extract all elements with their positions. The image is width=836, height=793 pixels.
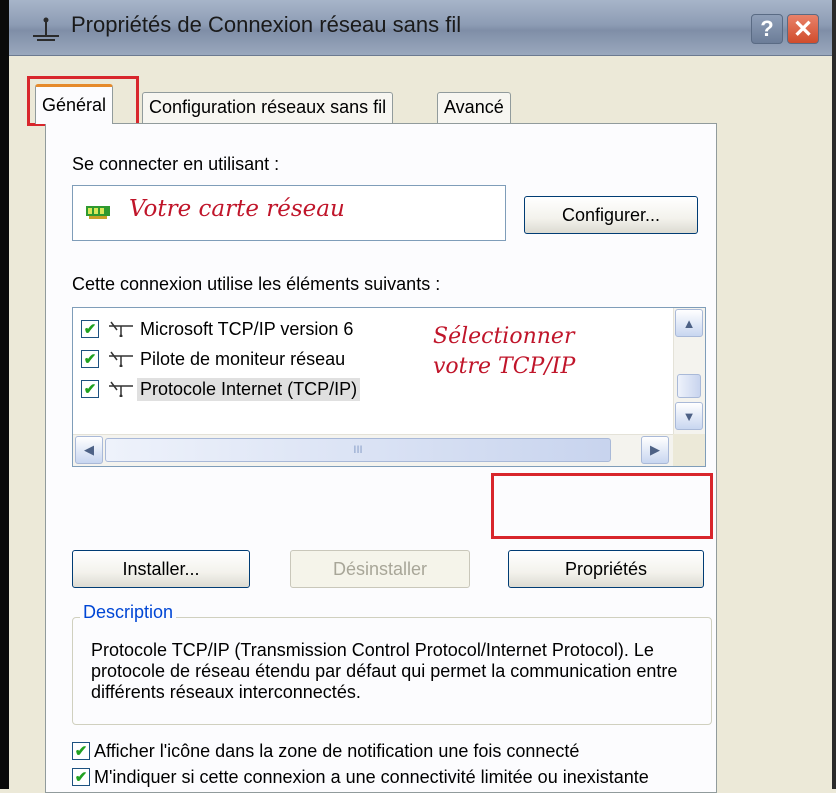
- annotation-line-1: Sélectionner: [433, 324, 575, 349]
- horizontal-scroll-thumb[interactable]: III: [105, 438, 611, 462]
- help-button[interactable]: ?: [751, 14, 783, 44]
- scroll-right-icon[interactable]: ▶: [641, 436, 669, 464]
- vertical-scrollbar[interactable]: ▲ ▼: [673, 308, 705, 434]
- show-icon-option[interactable]: ✔ Afficher l'icône dans la zone de notif…: [72, 740, 579, 762]
- list-item[interactable]: ✔ Pilote de moniteur réseau: [81, 346, 348, 372]
- list-item[interactable]: ✔ Microsoft TCP/IP version 6: [81, 316, 356, 342]
- thumb-grip: III: [353, 444, 363, 456]
- properties-button[interactable]: Propriétés: [508, 550, 704, 588]
- tab-advanced[interactable]: Avancé: [437, 92, 511, 124]
- item-label: Pilote de moniteur réseau: [140, 348, 346, 369]
- show-icon-checkbox[interactable]: ✔: [72, 742, 90, 760]
- components-list[interactable]: ✔ Microsoft TCP/IP version 6 ✔ Pilote de…: [72, 307, 706, 467]
- adapter-name: Votre carte réseau: [129, 196, 345, 222]
- network-protocol-icon: [109, 381, 133, 397]
- scrollbar-corner: [673, 434, 705, 466]
- list-item[interactable]: ✔ Protocole Internet (TCP/IP): [81, 376, 361, 402]
- item-checkbox[interactable]: ✔: [81, 350, 99, 368]
- annotation-line-2: votre TCP/IP: [433, 354, 576, 379]
- network-connection-icon: [33, 17, 59, 41]
- item-label-selected: Protocole Internet (TCP/IP): [137, 377, 361, 401]
- show-icon-label: Afficher l'icône dans la zone de notific…: [94, 741, 580, 761]
- close-button[interactable]: ✕: [787, 14, 819, 44]
- scroll-down-icon[interactable]: ▼: [675, 402, 703, 430]
- scroll-left-icon[interactable]: ◀: [75, 436, 103, 464]
- item-checkbox[interactable]: ✔: [81, 320, 99, 338]
- desktop-edge: [0, 0, 9, 789]
- uninstall-button[interactable]: Désinstaller: [290, 550, 470, 588]
- limited-connectivity-label: M'indiquer si cette connexion a une conn…: [94, 767, 649, 787]
- scroll-up-icon[interactable]: ▲: [675, 309, 703, 337]
- vertical-scroll-thumb[interactable]: [677, 374, 701, 398]
- window-title: Propriétés de Connexion réseau sans fil: [71, 12, 462, 37]
- dialog-body: Général Configuration réseaux sans fil A…: [9, 56, 832, 793]
- connect-using-label: Se connecter en utilisant :: [72, 154, 280, 174]
- tab-general[interactable]: Général: [35, 84, 114, 124]
- general-tab-panel: Se connecter en utilisant : Votre carte …: [45, 123, 717, 793]
- configure-button[interactable]: Configurer...: [524, 196, 698, 234]
- description-group: Protocole TCP/IP (Transmission Control P…: [72, 617, 712, 725]
- components-label: Cette connexion utilise les éléments sui…: [72, 274, 441, 294]
- network-protocol-icon: [109, 321, 133, 337]
- install-button[interactable]: Installer...: [72, 550, 250, 588]
- title-bar[interactable]: Propriétés de Connexion réseau sans fil …: [9, 0, 832, 56]
- horizontal-scrollbar[interactable]: ◀ III ▶: [73, 434, 673, 466]
- limited-connectivity-option[interactable]: ✔ M'indiquer si cette connexion a une co…: [72, 766, 672, 788]
- tab-wireless-networks[interactable]: Configuration réseaux sans fil: [142, 92, 394, 124]
- description-text: Protocole TCP/IP (Transmission Control P…: [91, 640, 678, 702]
- window-edge: [832, 0, 836, 789]
- limited-connectivity-checkbox[interactable]: ✔: [72, 768, 90, 786]
- select-tcpip-annotation: Sélectionner votre TCP/IP: [433, 322, 575, 382]
- item-checkbox[interactable]: ✔: [81, 380, 99, 398]
- adapter-field[interactable]: Votre carte réseau: [72, 185, 506, 241]
- item-label: Microsoft TCP/IP version 6: [140, 318, 354, 339]
- network-card-icon: [86, 206, 110, 219]
- network-protocol-icon: [109, 351, 133, 367]
- description-legend: Description: [80, 602, 177, 623]
